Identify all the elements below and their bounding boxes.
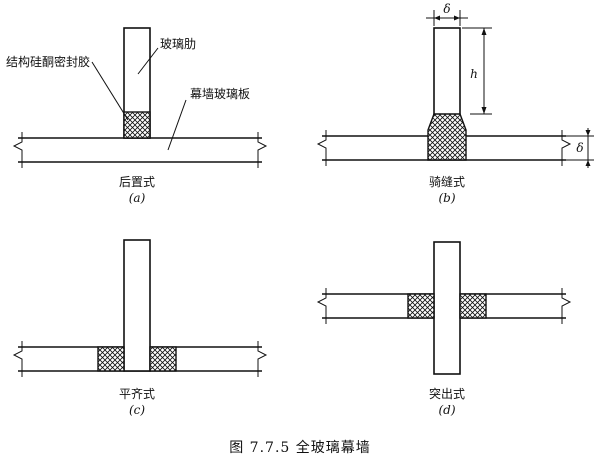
panel-b: δ h δ 骑缝式 (b) [316,2,594,205]
panel-b-subtitle: (b) [438,191,455,205]
panel-b-sealant [427,113,467,161]
leader-sealant [91,61,129,121]
dim-thickness-label: δ [576,141,583,155]
panel-c-sealant-right [149,346,177,372]
leader-curtain-panel [167,99,187,151]
panel-a-subtitle: (a) [129,191,146,205]
panel-d: 突出式 (d) [316,241,572,417]
figure-caption: 图 7.7.5 全玻璃幕墙 [229,439,371,456]
panel-b-dim-width: δ [426,2,468,26]
dim-height-label: h [470,67,478,81]
panel-d-sealant-right [459,293,487,319]
panel-c-title: 平齐式 [119,386,155,401]
glass-curtain-wall-figure: 结构硅酮密封胶 玻璃肋 幕墙玻璃板 后置式 (a) δ h δ 骑缝式 (b) … [6,2,594,456]
panel-d-title: 突出式 [429,386,465,401]
panel-c-subtitle: (c) [129,403,145,417]
panel-c-sealant-left [97,346,125,372]
panel-b-dim-height: h [462,27,492,115]
panel-a-sealant [123,111,151,139]
panel-c: 平齐式 (c) [12,239,268,417]
panel-d-sealant-left [407,293,435,319]
label-sealant: 结构硅酮密封胶 [6,54,90,69]
panel-a-title: 后置式 [119,175,155,189]
panel-d-subtitle: (d) [438,403,455,417]
panel-c-glass-fin [123,239,151,372]
label-curtain-panel: 幕墙玻璃板 [190,87,250,101]
label-glass-fin: 玻璃肋 [160,36,196,51]
dim-width-label: δ [443,2,450,16]
panel-d-glass-fin [433,241,461,375]
panel-b-title: 骑缝式 [429,174,465,189]
panel-b-dim-thickness: δ [566,128,594,168]
panel-a: 结构硅酮密封胶 玻璃肋 幕墙玻璃板 后置式 (a) [6,27,268,205]
